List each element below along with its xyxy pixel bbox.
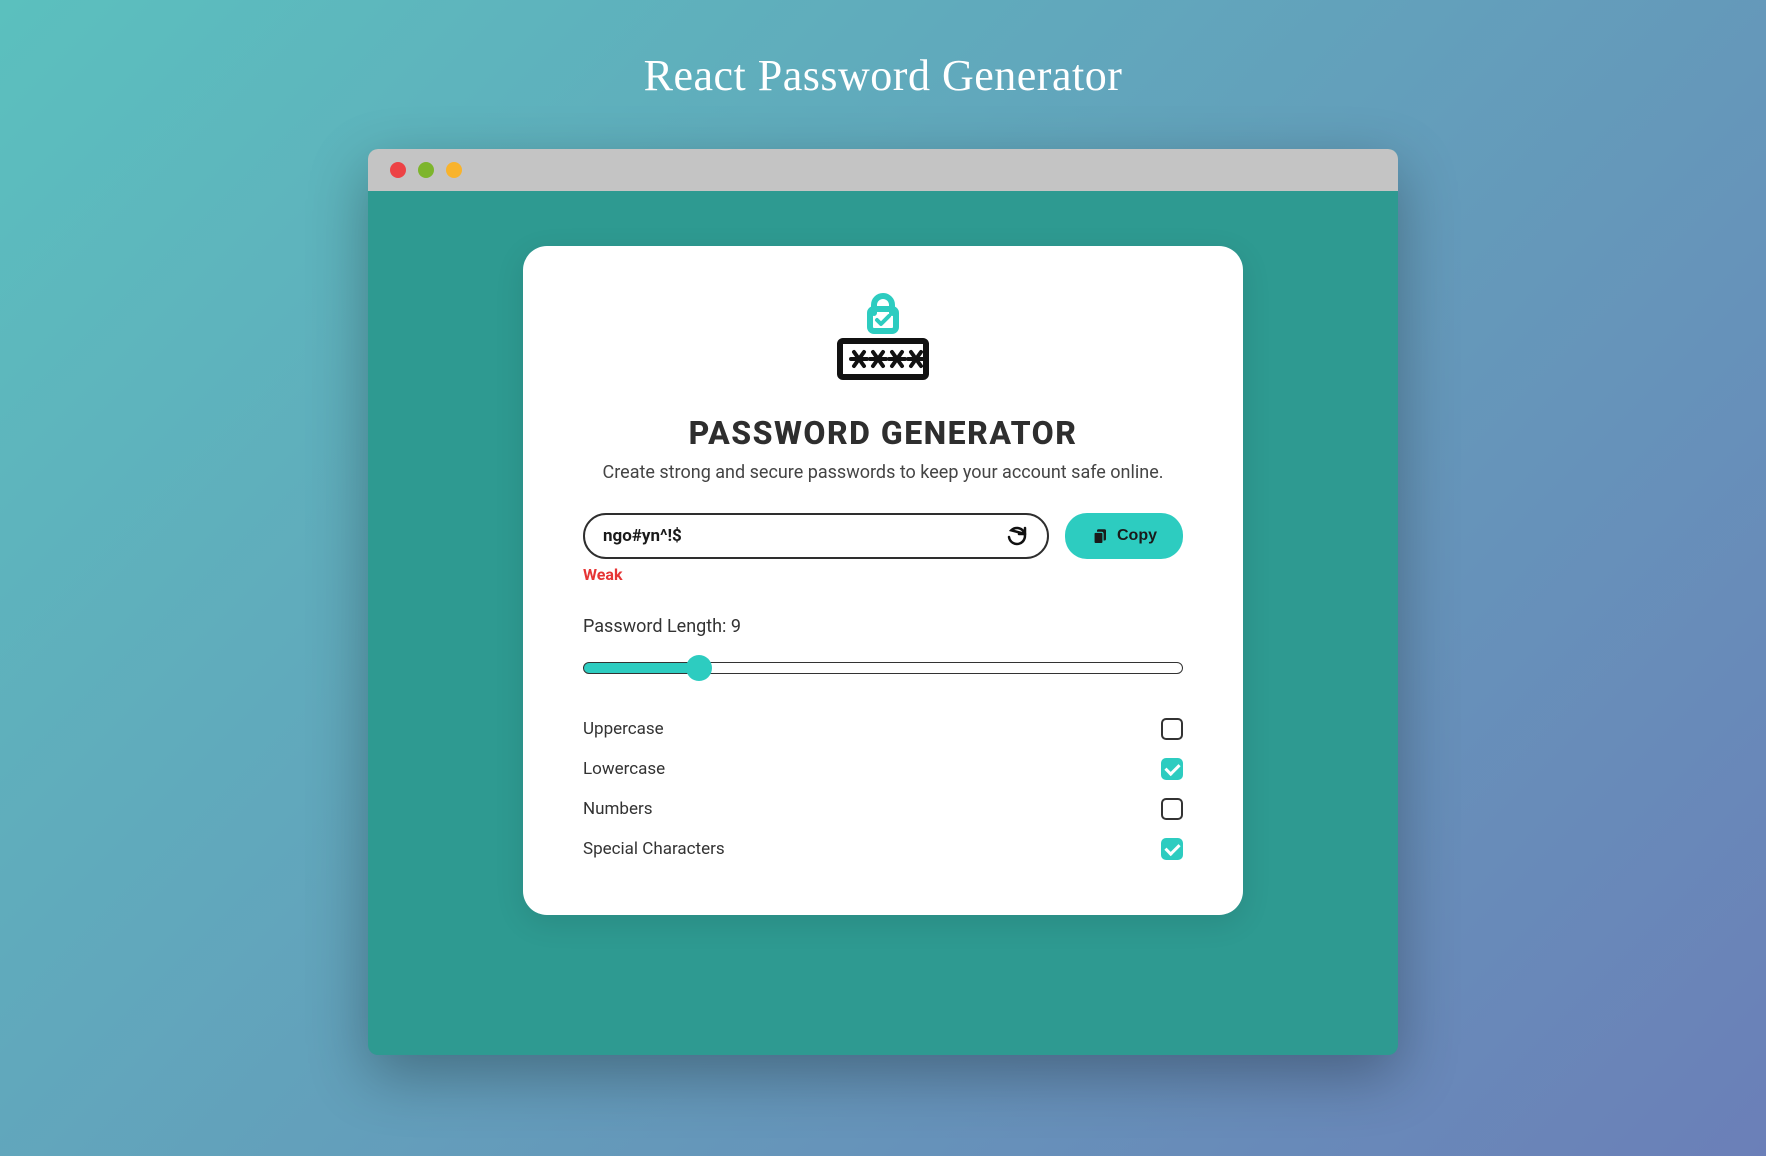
- option-row: Uppercase: [583, 718, 1183, 740]
- option-label: Special Characters: [583, 839, 725, 859]
- option-label: Lowercase: [583, 759, 665, 779]
- options-list: Uppercase Lowercase Numbers Special Charact…: [583, 718, 1183, 860]
- copy-button-label: Copy: [1117, 527, 1157, 545]
- strength-indicator: Weak: [583, 565, 1183, 584]
- option-checkbox[interactable]: [1161, 798, 1183, 820]
- copy-icon: [1091, 527, 1109, 545]
- length-slider[interactable]: [583, 662, 1183, 674]
- window-minimize-icon[interactable]: [418, 162, 434, 178]
- page-title: React Password Generator: [644, 50, 1123, 101]
- option-checkbox[interactable]: [1161, 718, 1183, 740]
- window-maximize-icon[interactable]: [446, 162, 462, 178]
- option-row: Numbers: [583, 798, 1183, 820]
- length-slider-container: [583, 659, 1183, 678]
- card-title: PASSWORD GENERATOR: [583, 414, 1183, 452]
- option-label: Uppercase: [583, 719, 664, 739]
- option-checkbox[interactable]: [1161, 838, 1183, 860]
- option-row: Special Characters: [583, 838, 1183, 860]
- password-value: ngo#yn^!$: [603, 526, 682, 546]
- length-label: Password Length: 9: [583, 616, 1183, 637]
- copy-button[interactable]: Copy: [1065, 513, 1183, 559]
- password-row: ngo#yn^!$ Copy: [583, 513, 1183, 559]
- refresh-icon[interactable]: [1005, 524, 1029, 548]
- option-label: Numbers: [583, 799, 653, 819]
- option-checkbox[interactable]: [1161, 758, 1183, 780]
- password-output-field: ngo#yn^!$: [583, 513, 1049, 559]
- generator-card: PASSWORD GENERATOR Create strong and sec…: [523, 246, 1243, 915]
- option-row: Lowercase: [583, 758, 1183, 780]
- app-window: PASSWORD GENERATOR Create strong and sec…: [368, 149, 1398, 1055]
- window-titlebar: [368, 149, 1398, 191]
- window-body: PASSWORD GENERATOR Create strong and sec…: [368, 191, 1398, 1055]
- logo: [583, 291, 1183, 396]
- window-close-icon[interactable]: [390, 162, 406, 178]
- card-subtitle: Create strong and secure passwords to ke…: [583, 460, 1183, 485]
- password-lock-icon: [818, 291, 948, 396]
